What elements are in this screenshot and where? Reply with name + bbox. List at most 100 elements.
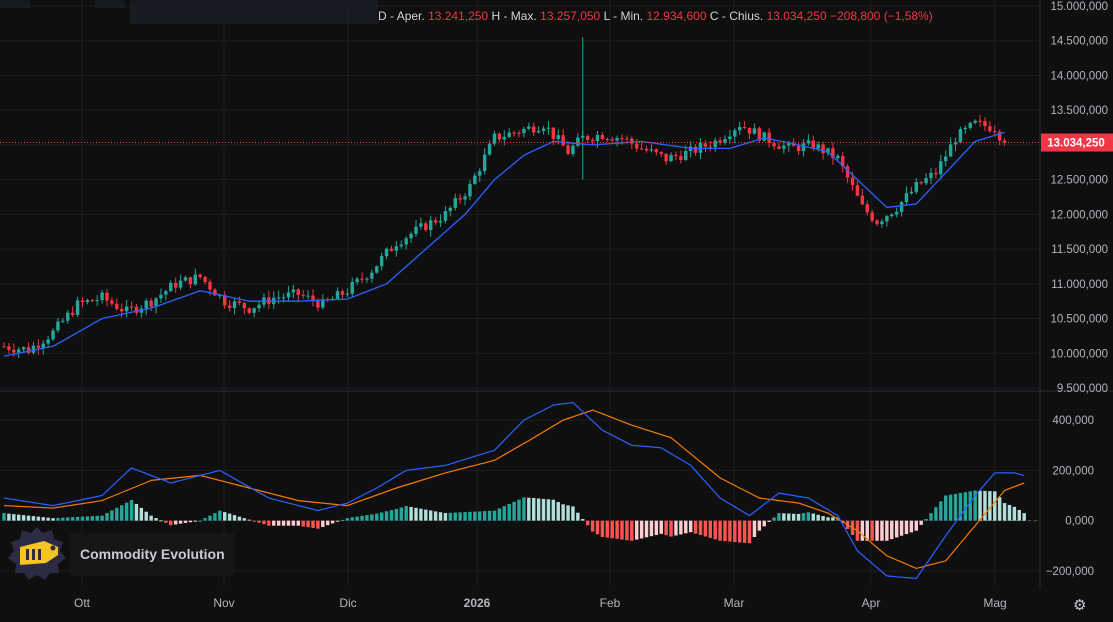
candle-body[interactable] [531,126,536,133]
candle-body[interactable] [934,172,938,175]
candle-body[interactable] [129,306,134,308]
candle-body[interactable] [551,127,556,139]
candle-body[interactable] [615,138,619,141]
candle-body[interactable] [610,139,614,141]
candle-body[interactable] [556,135,560,139]
candle-body[interactable] [389,248,394,251]
candle-body[interactable] [684,151,688,161]
candle-body[interactable] [576,137,580,146]
candle-body[interactable] [433,220,438,223]
candle-body[interactable] [487,143,492,155]
candle-body[interactable] [919,182,923,184]
candle-body[interactable] [419,223,423,227]
candle-body[interactable] [703,143,708,147]
candle-body[interactable] [340,291,345,295]
candle-body[interactable] [375,266,379,273]
candle-body[interactable] [276,297,281,299]
candle-body[interactable] [693,146,698,153]
candle-body[interactable] [890,214,894,217]
candle-body[interactable] [679,156,683,161]
candle-body[interactable] [801,143,806,152]
candle-body[interactable] [737,126,742,131]
candle-body[interactable] [988,126,992,132]
candle-body[interactable] [424,223,428,231]
candle-body[interactable] [247,308,251,313]
candle-body[interactable] [399,244,404,247]
candle-body[interactable] [939,161,943,175]
candle-body[interactable] [659,152,663,154]
settings-gear-icon[interactable]: ⚙ [1073,596,1089,614]
candle-body[interactable] [198,274,202,277]
candle-body[interactable] [291,289,296,293]
candle-body[interactable] [708,146,713,148]
candle-body[interactable] [242,302,247,309]
candle-body[interactable] [370,272,374,279]
candle-body[interactable] [536,130,541,133]
candle-body[interactable] [571,145,575,154]
candle-body[interactable] [448,207,453,212]
candle-body[interactable] [164,291,168,295]
candle-body[interactable] [360,278,364,280]
candle-body[interactable] [296,289,301,295]
candle-body[interactable] [654,149,659,153]
candle-body[interactable] [885,216,889,222]
candle-body[interactable] [384,248,389,257]
candle-body[interactable] [237,301,242,303]
candle-body[interactable] [968,122,972,128]
candle-body[interactable] [66,312,70,321]
candle-body[interactable] [345,293,350,295]
candle-body[interactable] [394,246,399,251]
candle-body[interactable] [914,182,919,192]
candle-body[interactable] [507,132,511,137]
candle-body[interactable] [644,148,649,151]
candle-body[interactable] [85,300,90,303]
candle-body[interactable] [924,178,928,184]
candle-body[interactable] [816,144,820,149]
candle-body[interactable] [664,153,668,162]
candle-body[interactable] [306,295,310,297]
candle-body[interactable] [100,292,104,301]
candle-body[interactable] [70,312,75,315]
candle-body[interactable] [257,304,261,309]
candle-body[interactable] [639,148,644,150]
candle-body[interactable] [993,131,997,133]
candle-body[interactable] [850,177,855,186]
candle-body[interactable] [61,320,65,322]
candle-body[interactable] [880,221,884,225]
candle-body[interactable] [497,133,502,140]
candle-body[interactable] [183,277,188,281]
candle-body[interactable] [409,233,413,239]
candle-body[interactable] [144,300,148,309]
candle-body[interactable] [173,282,178,288]
candle-body[interactable] [865,204,869,213]
candle-body[interactable] [115,303,119,309]
candle-body[interactable] [316,301,320,308]
candle-body[interactable] [522,128,526,134]
candle-body[interactable] [41,343,45,348]
candle-body[interactable] [90,300,95,302]
candle-body[interactable] [566,145,570,154]
candle-body[interactable] [546,127,551,129]
candle-body[interactable] [458,198,462,200]
candle-body[interactable] [585,135,590,140]
candle-body[interactable] [904,193,909,203]
candle-body[interactable] [350,282,354,294]
candle-body[interactable] [811,140,816,149]
candle-body[interactable] [620,138,624,140]
candle-body[interactable] [169,282,173,292]
candle-body[interactable] [595,134,600,142]
candle-body[interactable] [31,345,36,353]
candle-body[interactable] [541,128,546,131]
candle-body[interactable] [512,132,516,134]
candle-body[interactable] [782,145,786,149]
candle-body[interactable] [929,172,933,179]
candle-body[interactable] [119,308,124,312]
candle-body[interactable] [948,144,953,157]
candle-body[interactable] [36,345,41,348]
candle-body[interactable] [281,297,286,299]
candle-body[interactable] [899,202,904,212]
candle-body[interactable] [75,300,80,315]
candle-body[interactable] [188,277,193,285]
candle-body[interactable] [208,281,212,290]
candle-body[interactable] [355,278,359,283]
